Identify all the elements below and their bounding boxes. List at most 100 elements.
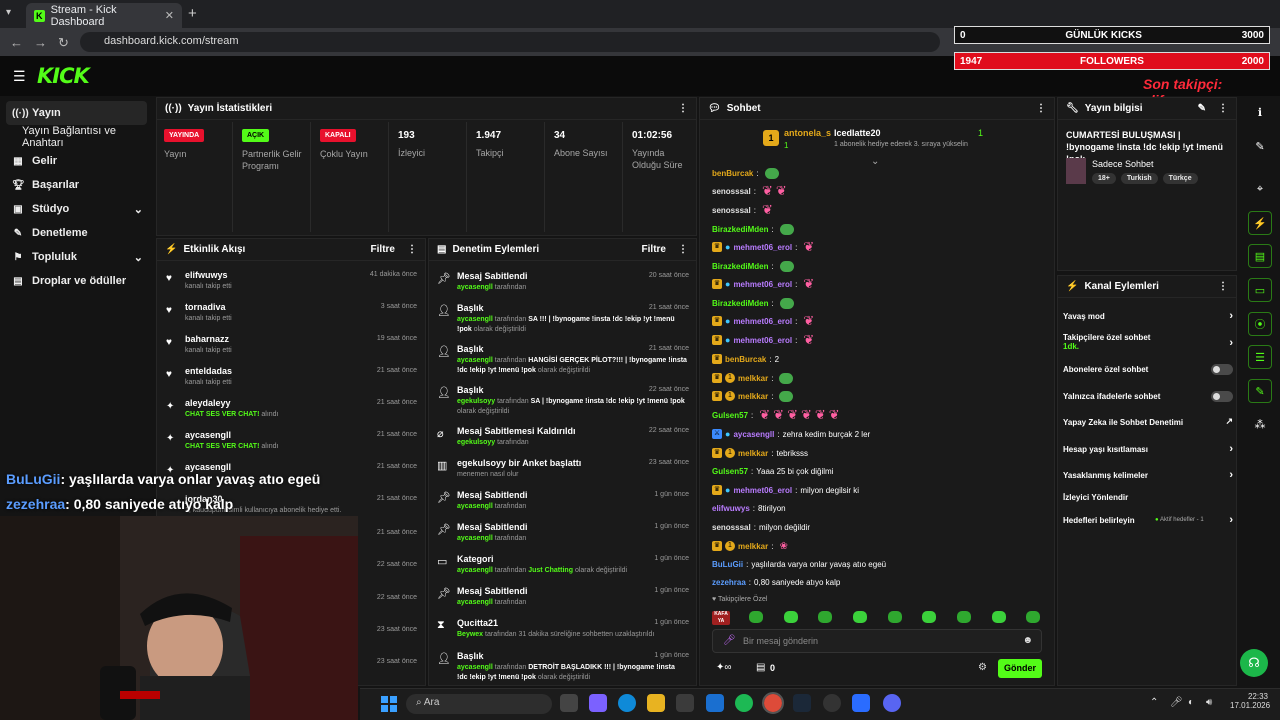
mod-user[interactable]: egekulsoyy bbox=[457, 439, 495, 446]
info-icon[interactable]: ℹ bbox=[1248, 100, 1272, 124]
mic-tray-icon[interactable]: 🎤︎ bbox=[1170, 697, 1183, 708]
filter-button[interactable]: Filtre bbox=[642, 244, 666, 255]
windows-start-icon[interactable] bbox=[381, 696, 397, 712]
emote-shortcut-icon[interactable] bbox=[922, 611, 936, 623]
points-icon[interactable]: ✦∞ bbox=[716, 662, 732, 673]
sidebar-item-community[interactable]: ⚑ Topluluk ⌄ bbox=[6, 245, 147, 269]
chat-username[interactable]: Gulsen57 bbox=[712, 411, 748, 420]
tag-chip[interactable]: 18+ bbox=[1092, 173, 1116, 184]
chat-username[interactable]: senosssal bbox=[712, 187, 751, 196]
mod-user[interactable]: aycasengll bbox=[457, 567, 493, 574]
edit-icon[interactable]: ✎ bbox=[1198, 103, 1206, 114]
volume-icon[interactable]: 🔊︎ bbox=[1206, 697, 1212, 708]
activity-user[interactable]: elifwuwys bbox=[185, 270, 228, 280]
filter-button[interactable]: Filtre bbox=[371, 244, 395, 255]
focus-icon[interactable]: ⌖ bbox=[1248, 177, 1272, 201]
sidebar-item-stream[interactable]: ((·)) Yayın bbox=[6, 101, 147, 125]
mod-user[interactable]: aycasengll bbox=[457, 503, 493, 510]
mod-user[interactable]: aycasengll bbox=[457, 284, 493, 291]
chat-username[interactable]: melkkar bbox=[738, 374, 768, 383]
quick-actions-icon[interactable]: ⚡ bbox=[1248, 211, 1272, 235]
menu-icon[interactable]: ☰ bbox=[13, 68, 26, 85]
emote-shortcut-icon[interactable] bbox=[853, 611, 867, 623]
chat-username[interactable]: mehmet06_erol bbox=[733, 336, 792, 345]
action-goals[interactable]: Hedefleri belirleyin ● Aktif hedefler - 1… bbox=[1063, 514, 1233, 526]
taskbar-search[interactable]: ⌕ Ara bbox=[406, 694, 552, 714]
reload-icon[interactable]: ↻ bbox=[58, 35, 69, 51]
chat-username[interactable]: benBurcak bbox=[725, 355, 766, 364]
sidebar-item-drops[interactable]: ▤ Droplar ve ödüller bbox=[6, 269, 147, 293]
chat-username[interactable]: melkkar bbox=[738, 449, 768, 458]
chat-username[interactable]: melkkar bbox=[738, 542, 768, 551]
emoji-icon[interactable]: ☻ bbox=[1022, 635, 1033, 646]
list-toggle-icon[interactable]: ☰ bbox=[1248, 345, 1272, 369]
mod-user[interactable]: aycasengll bbox=[457, 599, 493, 606]
mod-user[interactable]: aycasengll bbox=[457, 535, 493, 542]
chat-username[interactable]: Gulsen57 bbox=[712, 467, 748, 476]
help-icon[interactable]: ☊ bbox=[1240, 649, 1268, 677]
activity-user[interactable]: tornadiva bbox=[185, 302, 226, 312]
forward-icon[interactable]: → bbox=[34, 35, 47, 50]
network-icon[interactable]: ◐ bbox=[1188, 697, 1194, 708]
more-icon[interactable]: ⋮ bbox=[1218, 281, 1228, 292]
chat-username[interactable]: BirazkediMden bbox=[712, 299, 768, 308]
kick-logo[interactable]: KICK bbox=[37, 64, 90, 88]
store-icon[interactable] bbox=[676, 694, 694, 712]
file-explorer-icon[interactable] bbox=[647, 694, 665, 712]
emote-shortcut-icon[interactable] bbox=[784, 611, 798, 623]
clock[interactable]: 22:33 17.01.2026 bbox=[1230, 692, 1270, 710]
action-raid[interactable]: İzleyici Yönlendir bbox=[1063, 493, 1233, 502]
action-emote-only[interactable]: Yalnızca ifadelerle sohbet bbox=[1063, 391, 1233, 402]
chat-username[interactable]: mehmet06_erol bbox=[733, 243, 792, 252]
close-tab-icon[interactable]: ✕ bbox=[165, 9, 174, 22]
more-icon[interactable]: ⋮ bbox=[1036, 103, 1046, 114]
tag-chip[interactable]: Türkçe bbox=[1162, 173, 1198, 184]
chat-username[interactable]: melkkar bbox=[738, 392, 768, 401]
tab-list-icon[interactable]: ▾ bbox=[6, 7, 11, 18]
chat-username[interactable]: senosssal bbox=[712, 206, 751, 215]
broadcast-toggle-icon[interactable]: ⦿ bbox=[1248, 312, 1272, 336]
action-ai-moderation[interactable]: Yapay Zeka ile Sohbet Denetimi ↗ bbox=[1063, 416, 1233, 427]
subs-only-toggle[interactable] bbox=[1211, 364, 1233, 375]
chat-input[interactable]: 🎤︎ Bir mesaj gönderin ☻ bbox=[712, 629, 1042, 653]
mod-user[interactable]: aycasengll bbox=[457, 664, 493, 671]
more-icon[interactable]: ⋮ bbox=[678, 244, 688, 255]
chrome-icon[interactable] bbox=[762, 692, 784, 714]
copilot-icon[interactable] bbox=[589, 694, 607, 712]
category-name[interactable]: Sadece Sohbet bbox=[1092, 159, 1154, 169]
sidebar-item-revenue[interactable]: ▦ Gelir bbox=[6, 149, 147, 173]
spotify-icon[interactable] bbox=[735, 694, 753, 712]
mod-user[interactable]: Beywex bbox=[457, 631, 483, 638]
tag-chip[interactable]: Turkish bbox=[1120, 173, 1158, 184]
chat-username[interactable]: mehmet06_erol bbox=[733, 280, 792, 289]
tools-icon[interactable]: ✎ bbox=[1248, 379, 1272, 403]
steam-icon[interactable] bbox=[793, 694, 811, 712]
chat-username[interactable]: mehmet06_erol bbox=[733, 317, 792, 326]
action-subs-only[interactable]: Abonelere özel sohbet bbox=[1063, 364, 1233, 375]
emote-shortcut-icon[interactable] bbox=[818, 611, 832, 623]
back-icon[interactable]: ← bbox=[10, 35, 23, 50]
settings-icon[interactable]: ⚙ bbox=[978, 662, 987, 673]
url-input[interactable]: dashboard.kick.com/stream bbox=[80, 32, 940, 52]
activity-user[interactable]: baharnazz bbox=[185, 334, 229, 344]
emote-shortcut-icon[interactable] bbox=[888, 611, 902, 623]
gifter-user[interactable]: antonela_s bbox=[784, 128, 831, 138]
chat-username[interactable]: BirazkediMden bbox=[712, 225, 768, 234]
edit-icon[interactable]: ✎ bbox=[1248, 134, 1272, 158]
emote-only-toggle[interactable] bbox=[1211, 391, 1233, 402]
gifter-user[interactable]: Icedlatte20 bbox=[834, 128, 881, 138]
gift-icon[interactable]: ▤ bbox=[756, 662, 765, 673]
chat-username[interactable]: elifwuwys bbox=[712, 504, 750, 513]
sidebar-item-studio[interactable]: ▣ Stüdyo ⌄ bbox=[6, 197, 147, 221]
emote-shortcut-icon[interactable] bbox=[957, 611, 971, 623]
chat-username[interactable]: aycasengll bbox=[733, 430, 774, 439]
chat-username[interactable]: senosssal bbox=[712, 523, 751, 532]
discord-icon[interactable] bbox=[883, 694, 901, 712]
drops-icon[interactable]: ⁂ bbox=[1248, 412, 1272, 436]
action-slow-mode[interactable]: Yavaş mod › bbox=[1063, 310, 1233, 322]
activity-user[interactable]: enteldadas bbox=[185, 366, 232, 376]
mod-user[interactable]: aycasengll bbox=[457, 316, 493, 323]
tray-chevron-icon[interactable]: ⌃ bbox=[1150, 697, 1158, 708]
action-account-age[interactable]: Hesap yaşı kısıtlaması › bbox=[1063, 443, 1233, 455]
mail-icon[interactable] bbox=[706, 694, 724, 712]
